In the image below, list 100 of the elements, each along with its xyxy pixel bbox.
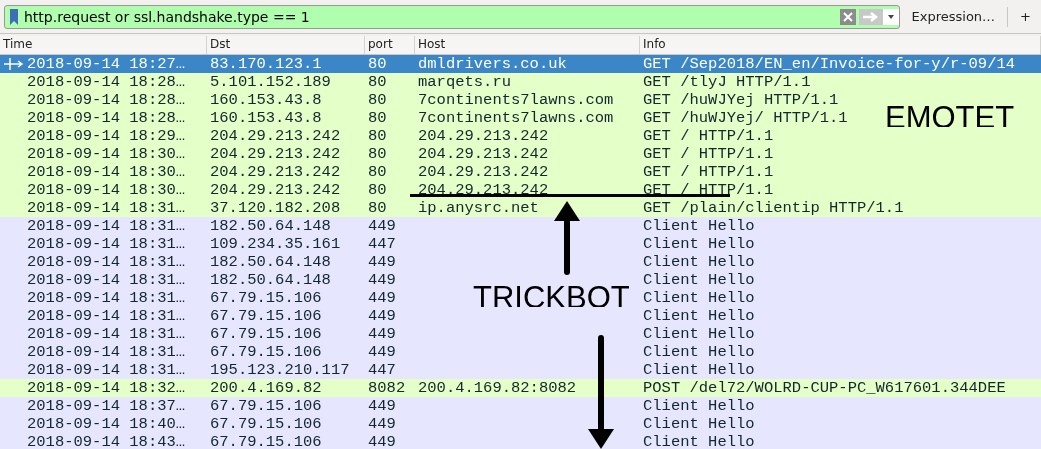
table-cell: Client Hello [643, 361, 755, 379]
packet-row[interactable]: 2018-09-14 18:37… 67.79.15.106 449 Client Hello [0, 397, 1041, 415]
table-cell: 204.29.213.242 [210, 127, 341, 145]
table-cell: 449 [368, 343, 396, 361]
table-cell: Client Hello [643, 325, 755, 343]
clear-icon[interactable] [839, 8, 856, 25]
table-cell: 204.29.213.242 [418, 181, 549, 199]
packet-row[interactable]: 2018-09-14 18:28… 5.101.152.189 80 marqets.ru GET /tlyJ HTTP/1.1 [0, 73, 1041, 91]
table-cell: 449 [368, 289, 396, 307]
table-cell: 2018-09-14 18:40… [27, 415, 186, 433]
table-cell: 449 [368, 307, 396, 325]
packet-row[interactable]: 2018-09-14 18:31… 67.79.15.106 449 Client Hello [0, 325, 1041, 343]
packet-row[interactable]: 2018-09-14 18:27… 83.170.123.1 80 dmldrivers.co.uk GET /Sep2018/EN_en/Invoice-for-y/r-09/14 [0, 55, 1041, 73]
table-cell: 2018-09-14 18:31… [27, 289, 186, 307]
table-cell: 200.4.169.82:8082 [418, 379, 577, 397]
table-cell: 80 [368, 163, 387, 181]
packet-row[interactable]: 2018-09-14 18:43… 67.79.15.106 449 Client Hello [0, 433, 1041, 449]
table-cell: 5.101.152.189 [210, 73, 331, 91]
packet-row[interactable]: 2018-09-14 18:31… 67.79.15.106 449 Client Hello [0, 343, 1041, 361]
table-cell: 160.153.43.8 [210, 91, 322, 109]
table-cell: 447 [368, 361, 396, 379]
add-button[interactable]: + [1014, 7, 1037, 26]
table-cell: Client Hello [643, 433, 755, 449]
table-cell: 2018-09-14 18:43… [27, 433, 186, 449]
packet-row[interactable]: 2018-09-14 18:30… 204.29.213.242 80 204.29.213.242 GET / HTTP/1.1 [0, 163, 1041, 181]
table-cell: 67.79.15.106 [210, 289, 322, 307]
table-cell: Client Hello [643, 415, 755, 433]
table-cell: 2018-09-14 18:30… [27, 163, 186, 181]
table-cell: 449 [368, 217, 396, 235]
table-cell: 80 [368, 55, 387, 73]
table-cell: 2018-09-14 18:31… [27, 253, 186, 271]
table-cell: 2018-09-14 18:28… [27, 109, 186, 127]
filter-input[interactable]: http.request or ssl.handshake.type == 1 [20, 5, 840, 28]
packet-row[interactable]: 2018-09-14 18:29… 204.29.213.242 80 204.29.213.242 GET / HTTP/1.1 [0, 127, 1041, 145]
table-cell: marqets.ru [418, 73, 511, 91]
table-cell: 80 [368, 145, 387, 163]
table-cell: 2018-09-14 18:30… [27, 181, 186, 199]
table-cell: 80 [368, 127, 387, 145]
table-cell: 204.29.213.242 [210, 181, 341, 199]
table-cell: 449 [368, 271, 396, 289]
packet-row[interactable]: 2018-09-14 18:40… 67.79.15.106 449 Client Hello [0, 415, 1041, 433]
packet-row[interactable]: 2018-09-14 18:30… 204.29.213.242 80 204.29.213.242 GET / HTTP/1.1 [0, 181, 1041, 199]
table-cell: 2018-09-14 18:28… [27, 73, 186, 91]
table-cell: 67.79.15.106 [210, 433, 322, 449]
table-cell: Client Hello [643, 397, 755, 415]
packet-row[interactable]: 2018-09-14 18:30… 204.29.213.242 80 204.29.213.242 GET / HTTP/1.1 [0, 145, 1041, 163]
table-cell: 67.79.15.106 [210, 325, 322, 343]
packet-row[interactable]: 2018-09-14 18:31… 109.234.35.161 447 Client Hello [0, 235, 1041, 253]
table-cell: dmldrivers.co.uk [418, 55, 567, 73]
table-cell: GET / HTTP/1.1 [643, 127, 774, 145]
table-cell: 204.29.213.242 [418, 145, 549, 163]
table-cell: Client Hello [643, 343, 755, 361]
table-cell: GET /huWJYej HTTP/1.1 [643, 91, 839, 109]
table-cell: 2018-09-14 18:30… [27, 145, 186, 163]
table-cell: GET / HTTP/1.1 [643, 145, 774, 163]
expression-button[interactable]: Expression… [905, 7, 1002, 26]
table-cell: GET /Sep2018/EN_en/Invoice-for-y/r-09/14 [643, 55, 1016, 73]
table-cell: 2018-09-14 18:31… [27, 217, 186, 235]
column-header[interactable]: Info [640, 36, 1041, 54]
table-cell: 2018-09-14 18:31… [27, 361, 186, 379]
table-cell: 182.50.64.148 [210, 271, 331, 289]
table-cell: Client Hello [643, 235, 755, 253]
arrow-icon [4, 58, 24, 70]
table-cell: 449 [368, 415, 396, 433]
table-cell: 80 [368, 199, 387, 217]
table-cell: 2018-09-14 18:28… [27, 91, 186, 109]
table-cell: 2018-09-14 18:27… [27, 55, 186, 73]
column-header[interactable]: Host [415, 36, 640, 54]
packet-row[interactable]: 2018-09-14 18:31… 182.50.64.148 449 Client Hello [0, 217, 1041, 235]
packet-row[interactable]: 2018-09-14 18:31… 195.123.210.117 447 Client Hello [0, 361, 1041, 379]
packet-row[interactable]: 2018-09-14 18:32… 200.4.169.82 8082 200.4.169.82:8082 POST /del72/WOLRD-CUP-PC_W617601.344DEE [0, 379, 1041, 397]
table-cell: 67.79.15.106 [210, 397, 322, 415]
table-cell: 182.50.64.148 [210, 253, 331, 271]
table-cell: 37.120.182.208 [210, 199, 341, 217]
display-filter-field[interactable]: http.request or ssl.handshake.type == 1 [4, 4, 900, 29]
table-cell: 204.29.213.242 [210, 145, 341, 163]
table-cell: 2018-09-14 18:31… [27, 325, 186, 343]
table-cell: 447 [368, 235, 396, 253]
table-cell: 2018-09-14 18:31… [27, 271, 186, 289]
table-cell: 7continents7lawns.com [418, 91, 614, 109]
table-cell: 8082 [368, 379, 406, 397]
table-cell: 2018-09-14 18:29… [27, 127, 186, 145]
table-cell: 83.170.123.1 [210, 55, 322, 73]
packet-row[interactable]: 2018-09-14 18:31… 182.50.64.148 449 Client Hello [0, 253, 1041, 271]
column-header[interactable]: Dst [207, 36, 365, 54]
table-cell: 80 [368, 73, 387, 91]
table-cell: 67.79.15.106 [210, 307, 322, 325]
table-cell: 182.50.64.148 [210, 217, 331, 235]
table-cell: 80 [368, 181, 387, 199]
bookmark-icon[interactable] [8, 7, 20, 26]
table-cell: 67.79.15.106 [210, 415, 322, 433]
table-cell: 2018-09-14 18:32… [27, 379, 186, 397]
column-header[interactable]: port [365, 36, 415, 54]
table-cell: 67.79.15.106 [210, 343, 322, 361]
table-cell: Client Hello [643, 307, 755, 325]
packet-row[interactable]: 2018-09-14 18:31… 37.120.182.208 80 ip.anysrc.net GET /plain/clientip HTTP/1.1 [0, 199, 1041, 217]
table-cell: Client Hello [643, 271, 755, 289]
column-header[interactable]: Time [0, 36, 207, 54]
table-cell: Client Hello [643, 217, 755, 235]
packet-row[interactable]: 2018-09-14 18:31… 67.79.15.106 449 Client Hello [0, 307, 1041, 325]
